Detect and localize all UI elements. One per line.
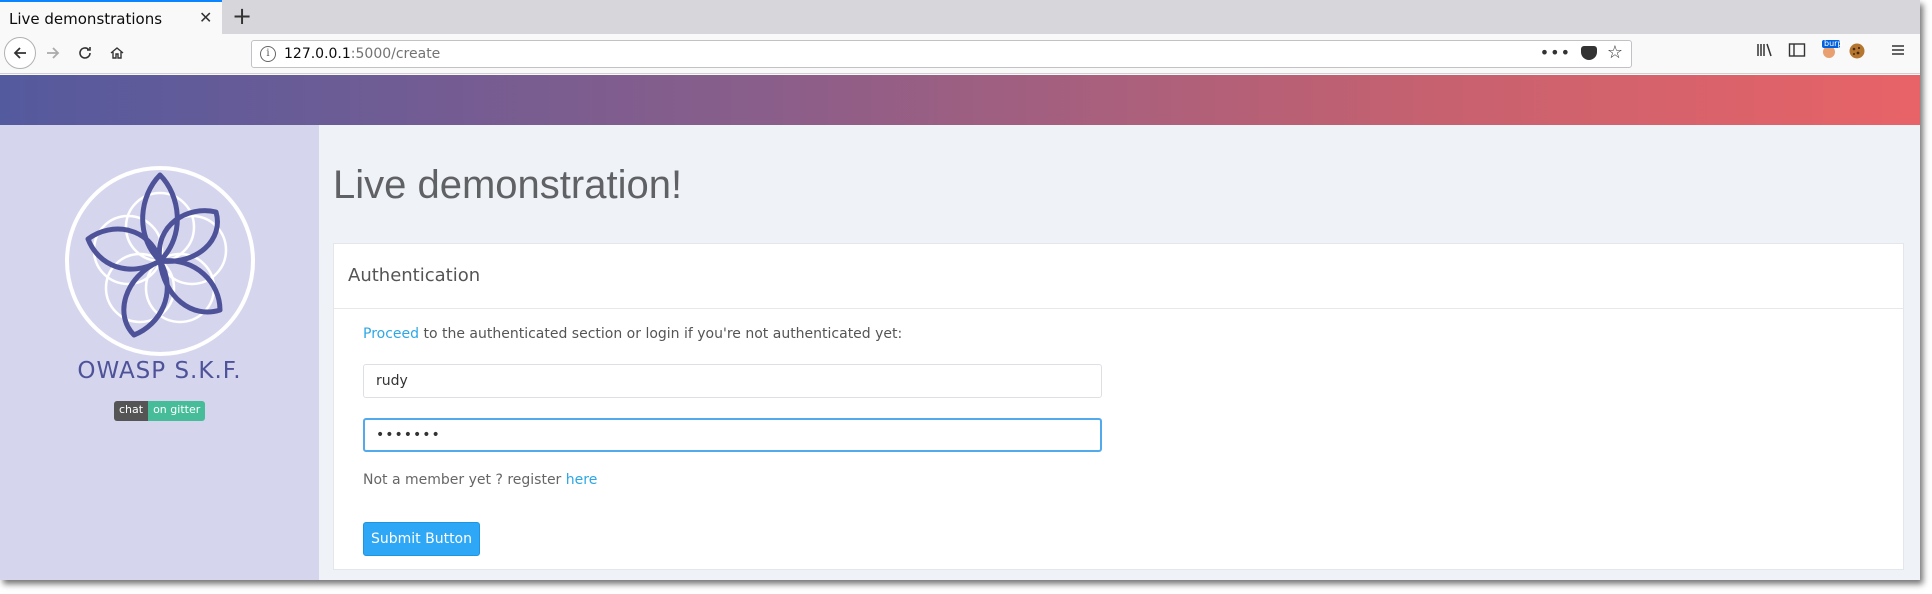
url-path: :5000/create bbox=[350, 46, 441, 62]
register-prompt: Not a member yet ? register bbox=[363, 472, 566, 488]
close-icon[interactable]: ✕ bbox=[199, 8, 212, 27]
page-title: Live demonstration! bbox=[333, 163, 683, 207]
register-link[interactable]: here bbox=[566, 472, 598, 488]
card-title: Authentication bbox=[348, 265, 481, 286]
intro-text: Proceed to the authenticated section or … bbox=[363, 326, 902, 342]
pocket-icon[interactable] bbox=[1581, 46, 1597, 60]
gitter-badge-right: on gitter bbox=[148, 401, 206, 421]
cookie-icon[interactable] bbox=[1848, 42, 1866, 64]
brand-name: OWASP S.K.F. bbox=[77, 358, 242, 384]
navigation-bar: i 127.0.0.1:5000/create ••• ☆ burp bbox=[0, 34, 1920, 74]
page-actions-icon[interactable]: ••• bbox=[1540, 43, 1571, 62]
arrow-right-icon bbox=[47, 47, 60, 59]
gitter-badge-left: chat bbox=[114, 401, 149, 421]
menu-icon[interactable] bbox=[1890, 42, 1906, 62]
reload-button[interactable] bbox=[70, 38, 100, 68]
url-text[interactable]: 127.0.0.1:5000/create bbox=[284, 46, 440, 62]
forward-button[interactable] bbox=[38, 38, 68, 68]
password-field[interactable]: ••••••• bbox=[363, 418, 1102, 452]
bookmark-star-icon[interactable]: ☆ bbox=[1607, 42, 1623, 63]
url-host: 127.0.0.1 bbox=[284, 46, 351, 62]
tab-strip: Live demonstrations ✕ + bbox=[0, 0, 1920, 34]
submit-button[interactable]: Submit Button bbox=[363, 522, 480, 556]
authentication-card: Authentication Proceed to the authentica… bbox=[333, 243, 1904, 570]
owasp-skf-logo-icon bbox=[65, 166, 255, 356]
new-tab-button[interactable]: + bbox=[232, 3, 252, 29]
page-content: OWASP S.K.F. chat on gitter Live demonst… bbox=[0, 75, 1920, 580]
home-icon bbox=[110, 47, 124, 59]
url-bar[interactable]: i 127.0.0.1:5000/create ••• ☆ bbox=[251, 40, 1632, 68]
tab-title: Live demonstrations bbox=[9, 10, 163, 28]
tab-live-demonstrations[interactable]: Live demonstrations ✕ bbox=[0, 0, 222, 34]
card-header: Authentication bbox=[334, 244, 1903, 309]
register-text: Not a member yet ? register here bbox=[363, 472, 597, 488]
main-area: Live demonstration! Authentication Proce… bbox=[319, 125, 1920, 580]
browser-window: Live demonstrations ✕ + i 127.0.0.1:5000… bbox=[0, 0, 1920, 580]
back-button[interactable] bbox=[4, 37, 36, 69]
library-icon[interactable] bbox=[1756, 42, 1774, 62]
sidebar: OWASP S.K.F. chat on gitter bbox=[0, 125, 319, 580]
sidebar-toggle-icon[interactable] bbox=[1788, 42, 1806, 62]
home-button[interactable] bbox=[102, 38, 132, 68]
username-field[interactable]: rudy bbox=[363, 364, 1102, 398]
proceed-link[interactable]: Proceed bbox=[363, 326, 419, 342]
header-banner bbox=[0, 75, 1920, 125]
burp-extension-icon[interactable]: burp bbox=[1818, 39, 1843, 64]
arrow-left-icon bbox=[13, 47, 26, 59]
reload-icon bbox=[79, 47, 91, 59]
gitter-badge[interactable]: chat on gitter bbox=[114, 401, 206, 421]
info-icon[interactable]: i bbox=[260, 46, 276, 62]
intro-rest: to the authenticated section or login if… bbox=[419, 326, 903, 342]
burp-badge: burp bbox=[1824, 39, 1843, 48]
